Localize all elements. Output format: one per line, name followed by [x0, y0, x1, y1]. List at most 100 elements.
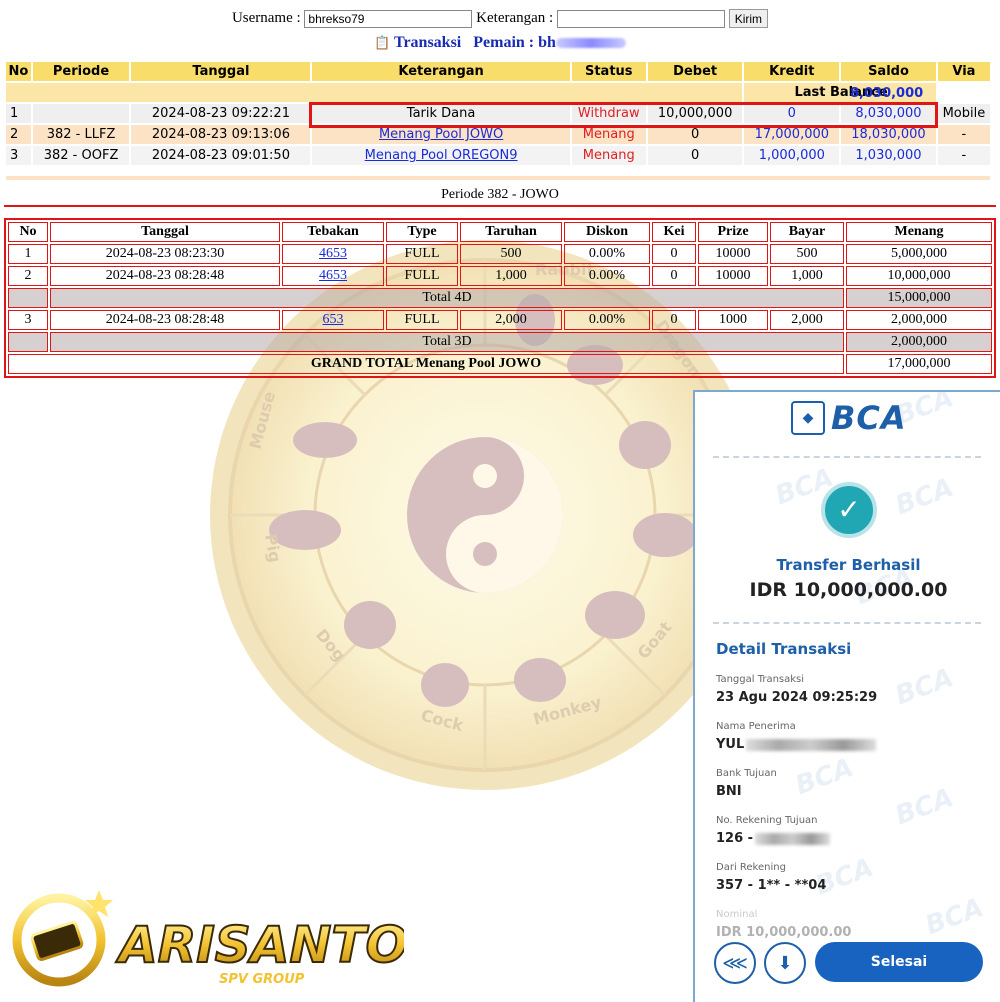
transfer-status: Transfer Berhasil	[776, 556, 921, 574]
kirim-button[interactable]: Kirim	[728, 9, 769, 28]
table-row: 1 2024-08-23 08:23:30 4653 FULL 500 0.00…	[8, 244, 992, 264]
periode-title: Periode 382 - JOWO	[441, 187, 559, 202]
col-menang: Menang	[846, 222, 992, 242]
row-kredit: 1,000,000	[744, 146, 840, 165]
row-kei: 0	[652, 310, 696, 330]
table-bottom-edge	[6, 176, 990, 180]
grand-total-row: GRAND TOTAL Menang Pool JOWO 17,000,000	[8, 354, 992, 374]
col-status: Status	[571, 62, 646, 81]
row-no: 2	[6, 125, 31, 144]
row-bayar: 2,000	[770, 310, 844, 330]
pemain-label: Pemain : bh	[473, 34, 556, 51]
row-saldo: 1,030,000	[841, 146, 936, 165]
col-tanggal: Tanggal	[50, 222, 280, 242]
col-type: Type	[386, 222, 458, 242]
tebakan-link[interactable]: 653	[323, 312, 344, 327]
row-kei: 0	[652, 266, 696, 286]
tebakan-link[interactable]: 4653	[319, 268, 347, 283]
bca-watermark: BCA	[791, 752, 858, 802]
col-kredit: Kredit	[744, 62, 840, 81]
row-taruhan: 2,000	[460, 310, 562, 330]
username-label: Username :	[231, 9, 301, 26]
share-icon: ⋘	[722, 952, 748, 974]
keterangan-link[interactable]: Menang Pool OREGON9	[365, 148, 518, 163]
bet-header-row: No Tanggal Tebakan Type Taruhan Diskon K…	[8, 222, 992, 242]
bet-detail-table: No Tanggal Tebakan Type Taruhan Diskon K…	[4, 218, 996, 378]
col-tebakan: Tebakan	[282, 222, 384, 242]
col-prize: Prize	[698, 222, 768, 242]
row-taruhan: 500	[460, 244, 562, 264]
download-button[interactable]: ⬇	[764, 942, 806, 984]
nominal-value: IDR 10,000,000.00	[716, 925, 852, 940]
row-menang: 5,000,000	[846, 244, 992, 264]
search-form: Username : Keterangan : Kirim	[0, 9, 1000, 28]
detail-title: Detail Transaksi	[716, 640, 852, 658]
col-taruhan: Taruhan	[460, 222, 562, 242]
row-diskon: 0.00%	[564, 310, 650, 330]
row-periode: 382 - LLFZ	[32, 125, 130, 144]
col-periode: Periode	[32, 62, 130, 81]
row-prize: 1000	[698, 310, 768, 330]
total-4d-row: Total 4D 15,000,000	[8, 288, 992, 308]
last-balance-row: Last Balance 8,030,000	[6, 83, 990, 102]
tebakan-link[interactable]: 4653	[319, 246, 347, 261]
page-subtitle: 📋 Transaksi Pemain : bh	[0, 34, 1000, 52]
bca-watermark: BCA	[891, 782, 958, 832]
total-3d-row: Total 3D 2,000,000	[8, 332, 992, 352]
col-tanggal: Tanggal	[131, 62, 311, 81]
keterangan-input[interactable]	[556, 9, 725, 28]
bca-logo-text: BCA	[831, 399, 907, 437]
tanggal-value: 23 Agu 2024 09:25:29	[716, 690, 878, 705]
keterangan-link[interactable]: Menang Pool JOWO	[379, 127, 503, 142]
rekening-tujuan-value: 126 -	[716, 831, 831, 846]
redacted-name	[555, 38, 626, 49]
username-input[interactable]	[304, 9, 473, 28]
total-3d-label: Total 3D	[50, 332, 844, 352]
row-taruhan: 1,000	[460, 266, 562, 286]
bca-emblem-icon: ◆	[791, 401, 825, 435]
row-via: -	[937, 125, 990, 144]
arisantoto-logo: ARISANTOTO SPV GROUP	[12, 890, 404, 987]
divider	[713, 456, 981, 458]
row-tanggal: 2024-08-23 08:28:48	[50, 266, 280, 286]
row-periode: 382 - OOFZ	[32, 146, 130, 165]
row-kei: 0	[652, 244, 696, 264]
bca-watermark: BCA	[891, 472, 958, 522]
row-no: 3	[6, 146, 31, 165]
bca-logo: ◆ BCA	[791, 398, 907, 438]
col-diskon: Diskon	[564, 222, 650, 242]
selesai-button[interactable]: Selesai	[815, 942, 983, 982]
table-row: 3 2024-08-23 08:28:48 653 FULL 2,000 0.0…	[8, 310, 992, 330]
row-diskon: 0.00%	[564, 266, 650, 286]
row-prize: 10000	[698, 266, 768, 286]
rekening-tujuan-text: 126 -	[716, 831, 754, 846]
keterangan-label: Keterangan :	[476, 9, 554, 26]
dari-rekening-value: 357 - 1** - **04	[716, 878, 827, 893]
row-menang: 2,000,000	[846, 310, 992, 330]
row-prize: 10000	[698, 244, 768, 264]
divider	[713, 622, 981, 624]
row-tanggal: 2024-08-23 08:23:30	[50, 244, 280, 264]
total-4d-label: Total 4D	[50, 288, 844, 308]
row-type: FULL	[386, 244, 458, 264]
redacted-name	[746, 738, 877, 751]
clipboard-icon: 📋	[374, 35, 391, 50]
row-type: FULL	[386, 310, 458, 330]
col-bayar: Bayar	[770, 222, 844, 242]
brand-tagline: SPV GROUP	[219, 972, 305, 987]
total-3d-value: 2,000,000	[846, 332, 992, 352]
row-no: 2	[8, 266, 48, 286]
download-icon: ⬇	[777, 952, 793, 974]
bca-watermark: BCA	[891, 662, 958, 712]
table-row: 3 382 - OOFZ 2024-08-23 09:01:50 Menang …	[6, 146, 990, 165]
col-saldo: Saldo	[841, 62, 936, 81]
share-button[interactable]: ⋘	[714, 942, 756, 984]
rekening-tujuan-label: No. Rekening Tujuan	[716, 815, 818, 826]
col-via: Via	[937, 62, 990, 81]
brand-name: ARISANTOTO	[115, 916, 404, 974]
trx-header-row: No Periode Tanggal Keterangan Status Deb…	[6, 62, 990, 81]
bank-label: Bank Tujuan	[716, 768, 777, 779]
total-4d-value: 15,000,000	[846, 288, 992, 308]
bca-receipt-panel: BCA BCA BCA BCA BCA BCA BCA BCA BCA ◆ BC…	[693, 390, 1000, 1002]
col-keterangan: Keterangan	[312, 62, 570, 81]
